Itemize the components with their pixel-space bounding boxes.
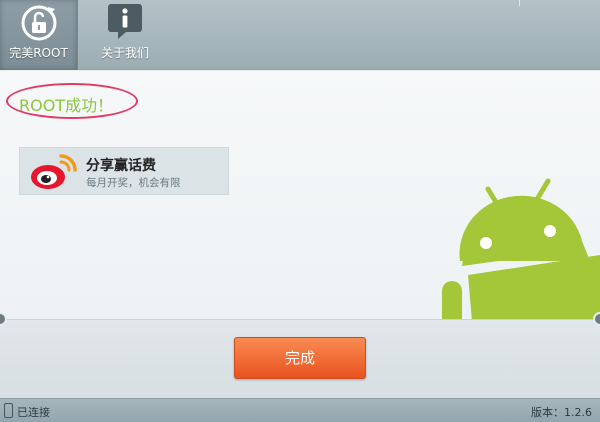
scroll-right-handle[interactable] [593,312,600,326]
toolbar-divider [519,0,520,6]
tab-perfect-root-label: 完美ROOT [9,46,68,60]
share-card[interactable]: 分享赢话费 每月开奖，机会有限 [19,147,229,195]
top-toolbar: 完美ROOT 关于我们 [0,0,600,70]
main-panel: ROOT成功！ 分享赢话费 每月开奖，机会有限 [0,71,600,319]
share-card-title: 分享赢话费 [86,158,156,174]
weibo-icon [28,152,80,196]
tab-about-us-label: 关于我们 [100,46,149,60]
phone-icon [4,403,13,418]
tab-about-us[interactable]: 关于我们 [86,0,164,70]
connection-status: 已连接 [17,406,50,419]
unlock-refresh-icon [17,2,61,46]
success-message: ROOT成功！ [19,96,114,115]
info-bubble-icon [105,2,145,46]
version-label: 版本：1.2.6 [531,406,592,419]
done-button[interactable]: 完成 [234,337,366,379]
success-highlight: ROOT成功！ [6,83,138,119]
share-card-subtitle: 每月开奖，机会有限 [86,177,181,189]
status-bar: 已连接 版本：1.2.6 [0,398,600,422]
android-icon [440,171,600,319]
tab-perfect-root[interactable]: 完美ROOT [0,0,78,70]
